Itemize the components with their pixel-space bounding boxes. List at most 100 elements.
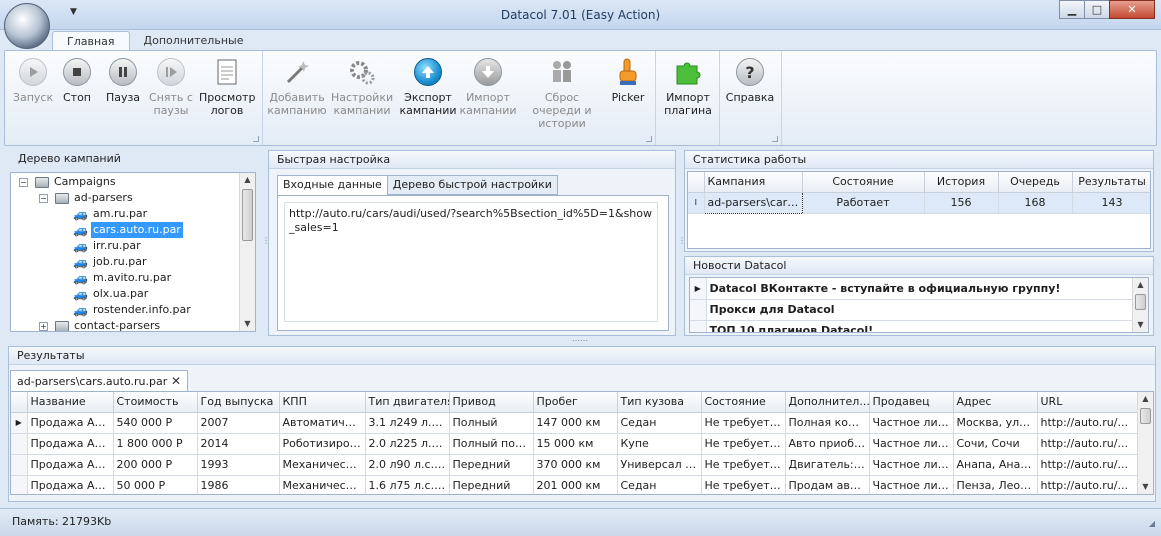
table-cell[interactable]: 1.6 л75 л.с.б... [365,475,450,494]
splitter-grip-icon[interactable]: ⋮ [262,236,270,245]
table-cell[interactable]: Авто приобр... [785,433,870,455]
col-address[interactable]: Адрес [953,392,1038,413]
table-cell[interactable]: 200 000 Р [113,454,198,476]
export-campaign-button[interactable]: Экспорт кампании [399,55,457,117]
table-cell[interactable]: Частное лиц... [869,412,954,434]
table-cell[interactable]: 50 000 Р [113,475,198,494]
view-logs-button[interactable]: Просмотр логов [199,55,255,117]
news-scrollbar[interactable]: ▲ ▼ [1132,278,1148,332]
tree-scrollbar[interactable]: ▲ ▼ [239,173,255,331]
tab-input-data[interactable]: Входные данные [277,175,388,196]
input-data-textarea[interactable]: http://auto.ru/cars/audi/used/?search%5B… [284,202,658,322]
table-cell[interactable]: Универсал 5 ... [617,454,702,476]
table-row[interactable]: Продажа Au... 50 000 Р 1986 Механическая 1.6… [11,475,1138,494]
group-expand-icon[interactable] [253,136,259,142]
tree-item[interactable]: 🚙 m.avito.ru.par [11,270,255,286]
group-expand-icon[interactable] [772,136,778,142]
group-expand-icon[interactable] [646,136,652,142]
table-cell[interactable]: Частное лиц... [869,475,954,494]
results-tab[interactable]: ad-parsers\cars.auto.ru.par ✕ [10,370,188,392]
table-cell[interactable]: Продажа Au... [27,475,114,494]
tree-item[interactable]: 🚙 olx.ua.par [11,286,255,302]
campaign-tree[interactable]: − Campaigns − ad-parsers 🚙 am.ru.par 🚙 car… [10,172,256,332]
table-cell[interactable]: Продажа Au... [27,412,114,434]
results-scrollbar[interactable]: ▲ ▼ [1137,392,1153,494]
table-cell[interactable]: Не требует ... [701,433,786,455]
table-cell[interactable]: Купе [617,433,702,455]
table-cell[interactable]: 201 000 км [533,475,618,494]
scroll-thumb[interactable] [1140,408,1151,424]
news-list[interactable]: ▶ Datacol ВКонтакте - вступайте в официал… [689,277,1149,333]
help-button[interactable]: ? Справка [722,55,778,104]
tree-item[interactable]: 🚙 rostender.info.par [11,302,255,318]
tree-node-contact-parsers[interactable]: + contact-parsers [11,318,255,331]
table-cell[interactable]: Не требует ... [701,454,786,476]
list-item[interactable]: ТОП 10 плагинов Datacol! [690,320,1135,332]
import-plugin-button[interactable]: Импорт плагина [660,55,716,117]
table-row[interactable]: Продажа Au... 200 000 Р 1993 Механическая 2.… [11,454,1138,476]
col-extra[interactable]: Дополнител... [785,392,870,413]
tree-item[interactable]: 🚙 am.ru.par [11,206,255,222]
scroll-up-icon[interactable]: ▲ [240,173,255,187]
resize-grip-icon[interactable]: ◢ [1149,519,1155,528]
table-cell[interactable]: 2.0 л90 л.с.б... [365,454,450,476]
table-cell[interactable]: Роботизиров... [279,433,366,455]
scroll-down-icon[interactable]: ▼ [1138,480,1153,494]
maximize-button[interactable]: □ [1084,0,1110,19]
table-cell[interactable]: 540 000 Р [113,412,198,434]
table-cell[interactable]: http://auto.ru/... [1037,475,1138,494]
scroll-up-icon[interactable]: ▲ [1138,392,1153,406]
col-seller[interactable]: Продавец [869,392,954,413]
col-year[interactable]: Год выпуска [197,392,280,413]
table-cell[interactable]: Пенза, Леон... [953,475,1038,494]
app-menu-orb-icon[interactable] [4,3,50,49]
col-results[interactable]: Результаты [1072,172,1150,193]
table-cell[interactable]: http://auto.ru/... [1037,412,1138,434]
list-item[interactable]: ▶ Datacol ВКонтакте - вступайте в официал… [690,278,1135,300]
table-cell[interactable]: 3.1 л249 л.с.... [365,412,450,434]
table-cell[interactable]: 370 000 км [533,454,618,476]
scroll-up-icon[interactable]: ▲ [1133,278,1148,292]
table-row[interactable]: I ad-parsers\cars.... Работает 156 168 1… [688,191,1150,214]
col-campaign[interactable]: Кампания [704,172,803,193]
col-queue[interactable]: Очередь [998,172,1073,193]
col-url[interactable]: URL [1037,392,1138,413]
minimize-button[interactable]: ▁ [1059,0,1085,19]
collapse-icon[interactable]: − [39,194,48,203]
table-cell[interactable]: http://auto.ru/... [1037,433,1138,455]
table-cell[interactable]: 147 000 км [533,412,618,434]
table-cell[interactable]: Не требует ... [701,412,786,434]
table-cell[interactable]: Передний [449,454,534,476]
table-row[interactable]: ▶ Продажа Au... 540 000 Р 2007 Автоматичес..… [11,412,1138,434]
tree-item-selected[interactable]: 🚙 cars.auto.ru.par [11,222,255,238]
close-tab-icon[interactable]: ✕ [171,374,181,388]
tree-node-campaigns[interactable]: − Campaigns [11,174,255,190]
table-cell[interactable]: Полный пост... [449,433,534,455]
unpause-button[interactable]: Снять с паузы [143,55,199,117]
tree-item[interactable]: 🚙 irr.ru.par [11,238,255,254]
table-cell[interactable]: Не требует ... [701,475,786,494]
table-cell[interactable]: 2007 [197,412,280,434]
table-cell[interactable]: Седан [617,475,702,494]
table-cell[interactable]: Полный [449,412,534,434]
tree-node-ad-parsers[interactable]: − ad-parsers [11,190,255,206]
tab-main[interactable]: Главная [52,31,130,51]
table-cell[interactable]: Продажа Au... [27,433,114,455]
col-state[interactable]: Состояние [802,172,925,193]
picker-button[interactable]: Picker [603,55,653,104]
table-cell[interactable]: Автоматичес... [279,412,366,434]
add-campaign-button[interactable]: Добавить кампанию [267,55,327,117]
col-engine[interactable]: Тип двигателя [365,392,450,413]
scroll-thumb[interactable] [242,189,253,241]
table-cell[interactable]: Передний [449,475,534,494]
col-mileage[interactable]: Пробег [533,392,618,413]
results-table[interactable]: Название Стоимость Год выпуска КПП Тип д… [10,391,1154,495]
collapse-icon[interactable]: − [19,178,28,187]
table-cell[interactable]: Продажа Au... [27,454,114,476]
col-drive[interactable]: Привод [449,392,534,413]
col-name[interactable]: Название [27,392,114,413]
table-cell[interactable]: http://auto.ru/... [1037,454,1138,476]
col-condition[interactable]: Состояние [701,392,786,413]
table-cell[interactable]: Механическая [279,475,366,494]
table-cell[interactable]: 2014 [197,433,280,455]
